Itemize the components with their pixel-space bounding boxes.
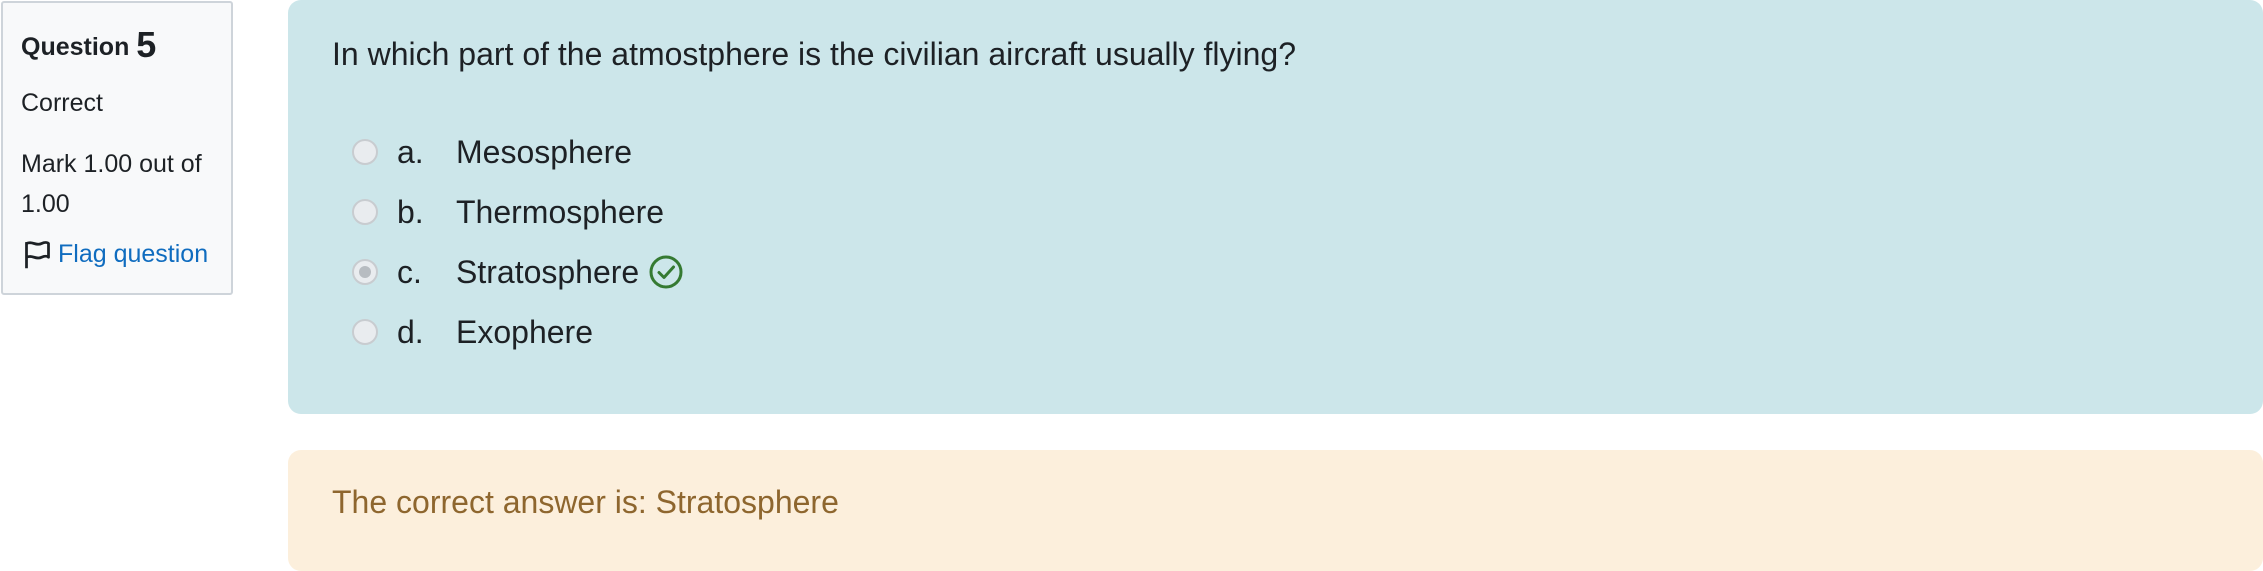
answer-option-c[interactable]: c. Stratosphere: [332, 242, 2263, 302]
answer-text: Stratosphere: [456, 253, 640, 290]
question-grade: Mark 1.00 out of 1.00: [21, 150, 202, 219]
question-label: Question: [21, 33, 130, 61]
answer-text: Mesosphere: [456, 133, 633, 170]
question-number: 5: [136, 24, 157, 65]
answer-radio-d[interactable]: [352, 319, 378, 345]
check-circle-icon: [649, 255, 683, 289]
answer-option-a[interactable]: a. Mesosphere: [332, 122, 2263, 182]
answer-letter: b.: [397, 193, 424, 230]
question-state: Correct: [21, 89, 103, 118]
answer-letter: d.: [397, 313, 424, 350]
answer-option-d[interactable]: d. Exophere: [332, 302, 2263, 362]
answer-text: Exophere: [456, 313, 593, 350]
question-info-panel: Question 5 Correct Mark 1.00 out of 1.00…: [1, 1, 233, 295]
answer-text: Thermosphere: [456, 193, 665, 230]
question-number-heading: Question 5: [21, 23, 231, 66]
answer-radio-a[interactable]: [352, 139, 378, 165]
flag-question-link[interactable]: Flag question: [21, 238, 231, 271]
question-text: In which part of the atmostphere is the …: [332, 36, 1297, 72]
answer-option-b[interactable]: b. Thermosphere: [332, 182, 2263, 242]
answer-letter: a.: [397, 133, 424, 170]
right-answer-text: The correct answer is: Stratosphere: [332, 484, 839, 520]
flag-outline-icon: [25, 241, 50, 269]
feedback-panel: The correct answer is: Stratosphere: [288, 450, 2263, 571]
answer-list: a. Mesosphere b. Thermosphere c. Stratos…: [332, 122, 2263, 362]
question-content: In which part of the atmostphere is the …: [288, 0, 2263, 414]
answer-letter: c.: [397, 253, 422, 290]
flag-question-label[interactable]: Flag question: [58, 240, 208, 269]
answer-radio-c[interactable]: [352, 259, 378, 285]
answer-radio-b[interactable]: [352, 199, 378, 225]
